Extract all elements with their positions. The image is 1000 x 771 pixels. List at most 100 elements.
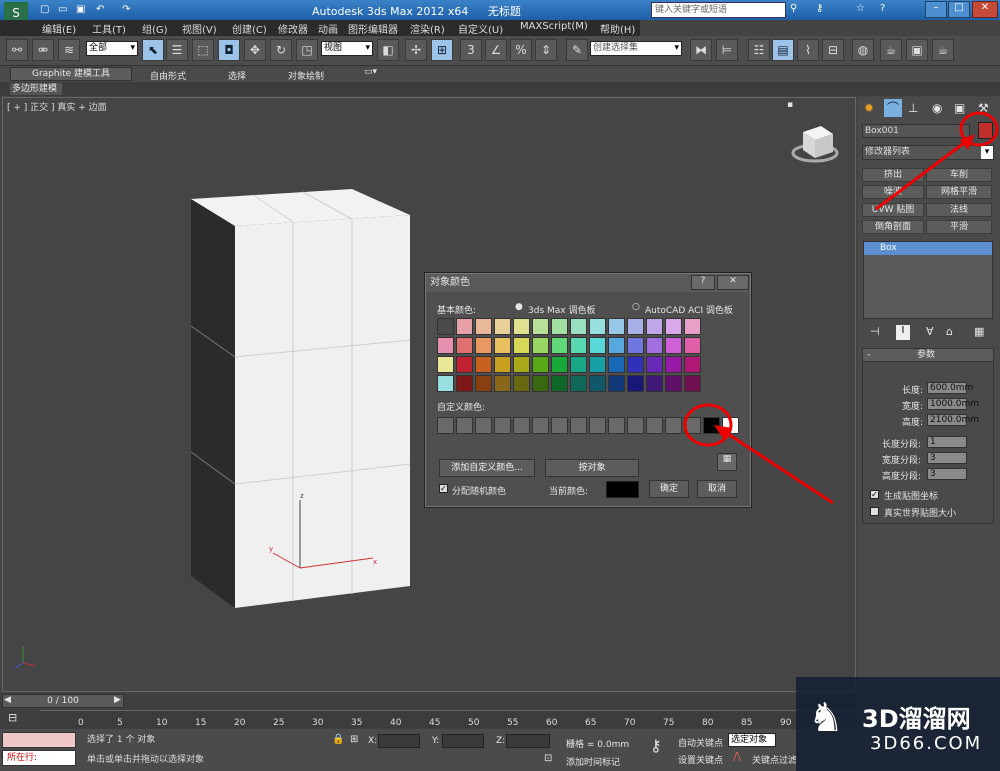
color-swatch[interactable] <box>684 375 701 392</box>
star-icon[interactable]: ☆ <box>856 3 865 14</box>
unlink-icon[interactable]: ⚮ <box>32 39 54 61</box>
object-color-swatch[interactable] <box>978 122 993 139</box>
menu-animation[interactable]: 动画 <box>318 21 338 36</box>
current-row-field[interactable]: 所在行: <box>2 750 76 766</box>
modify-tab-icon[interactable]: ⌒ <box>884 99 902 117</box>
add-custom-colors-button[interactable]: 添加自定义颜色... <box>439 459 535 477</box>
color-swatch[interactable] <box>551 318 568 335</box>
assign-random-checkbox[interactable]: ✓ <box>439 484 448 493</box>
color-swatch[interactable] <box>494 375 511 392</box>
color-swatch[interactable] <box>570 356 587 373</box>
close-button[interactable]: ✕ <box>972 1 998 18</box>
color-swatch[interactable] <box>589 375 606 392</box>
color-swatch[interactable] <box>437 318 454 335</box>
select-object-icon[interactable]: ⬉ <box>142 39 164 61</box>
ribbon-panel-poly-modeling[interactable]: 多边形建模 <box>10 83 62 95</box>
ribbon-tab-selection[interactable]: 选择 <box>228 69 246 82</box>
color-swatch[interactable] <box>456 318 473 335</box>
pivot-center-icon[interactable]: ◧ <box>377 39 399 61</box>
color-swatch[interactable] <box>532 356 549 373</box>
object-name-field[interactable]: Box001 <box>862 124 970 138</box>
palette-max-radio[interactable]: ● <box>515 302 523 312</box>
color-swatch[interactable] <box>475 356 492 373</box>
color-swatch[interactable] <box>494 337 511 354</box>
color-swatch[interactable] <box>437 337 454 354</box>
menu-tools[interactable]: 工具(T) <box>92 21 126 36</box>
hierarchy-tab-icon[interactable]: ⊥ <box>908 101 918 115</box>
custom-color-swatch[interactable] <box>437 417 454 434</box>
menu-help[interactable]: 帮助(H) <box>600 21 635 36</box>
color-swatch[interactable] <box>627 318 644 335</box>
dialog-close-button[interactable]: ✕ <box>717 275 749 290</box>
custom-color-swatch[interactable] <box>589 417 606 434</box>
custom-color-swatch[interactable] <box>722 417 739 434</box>
color-swatch[interactable] <box>608 337 625 354</box>
color-swatch[interactable] <box>494 356 511 373</box>
absolute-mode-icon[interactable]: ⊞ <box>350 734 358 745</box>
menu-modifiers[interactable]: 修改器 <box>278 21 308 36</box>
color-swatch[interactable] <box>551 337 568 354</box>
modifier-stack-item[interactable]: Box <box>864 242 992 255</box>
selected-object-dropdown[interactable]: 选定对象 <box>728 733 776 747</box>
custom-color-swatch[interactable] <box>513 417 530 434</box>
menu-create[interactable]: 创建(C) <box>232 21 267 36</box>
custom-color-swatch[interactable] <box>551 417 568 434</box>
search-input[interactable]: 键入关键字或短语 <box>651 2 786 18</box>
modifier-uvw-map-button[interactable]: UVW 贴图 <box>862 203 924 217</box>
motion-tab-icon[interactable]: ◉ <box>932 101 942 115</box>
new-file-icon[interactable]: ▢ <box>40 4 49 15</box>
menu-maxscript[interactable]: MAXScript(M) <box>520 21 588 32</box>
minimize-button[interactable]: – <box>925 1 947 18</box>
key-icon[interactable]: ⚷ <box>816 3 823 14</box>
color-swatch[interactable] <box>513 356 530 373</box>
color-swatch[interactable] <box>608 318 625 335</box>
modifier-list-dropdown[interactable]: 修改器列表 ▾ <box>862 145 994 160</box>
color-swatch[interactable] <box>608 356 625 373</box>
custom-color-swatch[interactable] <box>627 417 644 434</box>
utilities-tab-icon[interactable]: ⚒ <box>978 101 989 115</box>
select-manipulate-icon[interactable]: ✢ <box>405 39 427 61</box>
color-swatch[interactable] <box>456 375 473 392</box>
display-tab-icon[interactable]: ▣ <box>954 101 965 115</box>
color-swatch[interactable] <box>684 318 701 335</box>
selection-filter-dropdown[interactable]: 全部 ▾ <box>86 41 138 56</box>
color-swatch[interactable] <box>456 356 473 373</box>
color-swatch[interactable] <box>608 375 625 392</box>
color-swatch[interactable] <box>665 318 682 335</box>
palette-aci-radio[interactable]: ○ <box>632 302 640 312</box>
color-swatch[interactable] <box>475 318 492 335</box>
width-input[interactable]: 1000.0mm <box>927 398 979 410</box>
configure-sets-icon[interactable]: ▦ <box>974 325 984 338</box>
color-swatch[interactable] <box>494 318 511 335</box>
ribbon-tab-graphite[interactable]: Graphite 建模工具 <box>10 67 132 81</box>
color-swatch[interactable] <box>665 356 682 373</box>
gen-map-coords-checkbox[interactable]: ✓ <box>870 490 879 499</box>
menu-views[interactable]: 视图(V) <box>182 21 217 36</box>
x-coord-input[interactable] <box>378 734 420 748</box>
open-file-icon[interactable]: ▭ <box>58 4 67 15</box>
menu-edit[interactable]: 编辑(E) <box>42 21 76 36</box>
modifier-bevel-profile-button[interactable]: 倒角剖面 <box>862 220 924 234</box>
angle-snap-icon[interactable]: ∠ <box>485 39 507 61</box>
link-icon[interactable]: ⚯ <box>6 39 28 61</box>
real-world-map-checkbox[interactable] <box>870 507 879 516</box>
maxscript-listener[interactable] <box>2 732 76 748</box>
time-slider[interactable]: 0 / 100 <box>2 694 124 708</box>
pin-stack-icon[interactable]: ⊣ <box>870 325 880 338</box>
modifier-normal-button[interactable]: 法线 <box>926 203 992 217</box>
color-swatch[interactable] <box>665 375 682 392</box>
graphite-toggle-icon[interactable]: ▤ <box>772 39 794 61</box>
search-icon[interactable]: ⚲ <box>790 3 797 14</box>
create-tab-icon[interactable]: ✹ <box>864 101 874 115</box>
color-swatch[interactable] <box>513 318 530 335</box>
custom-color-swatch[interactable] <box>684 417 701 434</box>
height-input[interactable]: 2100.0mm <box>927 414 979 426</box>
color-swatch[interactable] <box>627 356 644 373</box>
menu-customize[interactable]: 自定义(U) <box>458 21 503 36</box>
color-swatch[interactable] <box>437 375 454 392</box>
ribbon-options-icon[interactable]: ▭▾ <box>364 67 377 77</box>
render-setup-icon[interactable]: ☕ <box>880 39 902 61</box>
add-time-tag[interactable]: 添加时间标记 <box>566 755 620 768</box>
menu-group[interactable]: 组(G) <box>142 21 168 36</box>
custom-color-swatch[interactable] <box>608 417 625 434</box>
